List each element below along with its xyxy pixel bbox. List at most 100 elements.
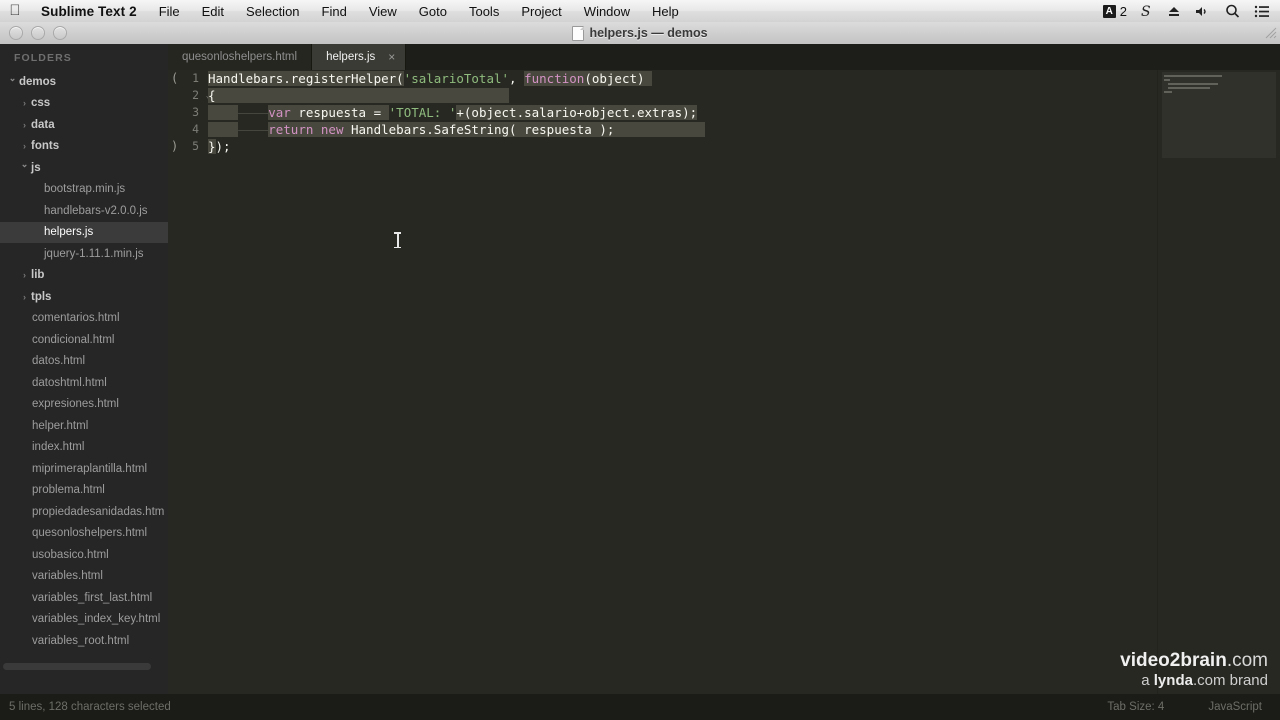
- menu-item-file[interactable]: File: [148, 4, 191, 19]
- sidebar-item-variables-first-last-html[interactable]: variables_first_last.html: [0, 587, 168, 609]
- sidebar-item-label: demos: [19, 75, 57, 88]
- sidebar-item-label: miprimeraplantilla.html: [32, 462, 148, 475]
- sidebar-item-data[interactable]: › data: [0, 114, 168, 136]
- chevron-down-icon[interactable]: ⌄: [18, 159, 31, 170]
- line-number-row: 3: [168, 104, 202, 121]
- tab-size-indicator[interactable]: Tab Size: 4: [1107, 701, 1164, 713]
- sidebar-item-condicional-html[interactable]: condicional.html: [0, 329, 168, 351]
- sidebar-item-label: usobasico.html: [32, 548, 109, 561]
- sidebar-item-label: condicional.html: [32, 333, 115, 346]
- sidebar-item-helpers-js[interactable]: helpers.js: [0, 221, 168, 243]
- sidebar-item-label: css: [31, 97, 51, 110]
- sidebar-item-label: index.html: [32, 441, 85, 454]
- menu-item-selection[interactable]: Selection: [235, 4, 310, 19]
- menu-item-goto[interactable]: Goto: [408, 4, 458, 19]
- watermark-brand: video2brain: [1120, 649, 1227, 671]
- sidebar-horizontal-scrollbar[interactable]: [3, 663, 151, 670]
- sidebar-item-label: variables_root.html: [32, 634, 130, 647]
- eject-icon[interactable]: [1167, 5, 1181, 18]
- watermark-line-1: video2brain.com: [1120, 650, 1268, 672]
- code-editing-area[interactable]: ( 1 2 ⌄ 3 4 ) 5 Handlebars: [168, 70, 1280, 694]
- window-titlebar: helpers.js — demos: [0, 22, 1280, 45]
- sidebar-item-variables-index-key-html[interactable]: variables_index_key.html: [0, 609, 168, 631]
- sidebar-item-datos-html[interactable]: datos.html: [0, 351, 168, 373]
- sidebar-item-propiedadesanidadas-htm[interactable]: propiedadesanidadas.htm: [0, 501, 168, 523]
- sidebar-item-fonts[interactable]: › fonts: [0, 136, 168, 158]
- sidebar-item-label: fonts: [31, 140, 60, 153]
- close-icon[interactable]: ×: [388, 51, 395, 63]
- minimap-code-line: [1164, 75, 1222, 77]
- minimap-code-line: [1168, 83, 1218, 85]
- menu-item-find[interactable]: Find: [311, 4, 358, 19]
- sidebar-item-label: data: [31, 118, 55, 131]
- sidebar-item-handlebars-v2-0-0-js[interactable]: handlebars-v2.0.0.js: [0, 200, 168, 222]
- sidebar-item-variables-root-html[interactable]: variables_root.html: [0, 630, 168, 652]
- sidebar-item-lib[interactable]: › lib: [0, 265, 168, 287]
- menu-app-name[interactable]: Sublime Text 2: [30, 4, 148, 19]
- sidebar-item-label: problema.html: [32, 484, 105, 497]
- sidebar-item-usobasico-html[interactable]: usobasico.html: [0, 544, 168, 566]
- sidebar-item-problema-html[interactable]: problema.html: [0, 480, 168, 502]
- menu-item-edit[interactable]: Edit: [191, 4, 235, 19]
- input-source-indicator[interactable]: A 2: [1102, 4, 1127, 19]
- volume-icon[interactable]: [1195, 5, 1211, 18]
- menu-item-tools[interactable]: Tools: [458, 4, 510, 19]
- line-number: 5: [192, 139, 199, 153]
- sidebar-item-label: variables_first_last.html: [32, 591, 153, 604]
- sidebar-item-demos[interactable]: ⌄ demos: [0, 71, 168, 93]
- tab-label: quesonloshelpers.html: [182, 51, 298, 63]
- sidebar-item-label: tpls: [31, 290, 52, 303]
- resize-grip-icon[interactable]: [1263, 25, 1277, 39]
- chevron-right-icon[interactable]: ›: [18, 270, 31, 280]
- minimap[interactable]: [1157, 70, 1280, 694]
- tab-helpers-js[interactable]: helpers.js ×: [312, 44, 407, 70]
- syntax-mode-indicator[interactable]: JavaScript: [1208, 701, 1262, 713]
- notification-center-icon[interactable]: [1254, 5, 1270, 18]
- sidebar-item-bootstrap-min-js[interactable]: bootstrap.min.js: [0, 179, 168, 201]
- sidebar-item-helper-html[interactable]: helper.html: [0, 415, 168, 437]
- sidebar-item-quesonloshelpers-html[interactable]: quesonloshelpers.html: [0, 523, 168, 545]
- sidebar-item-css[interactable]: › css: [0, 93, 168, 115]
- bracket-open-marker: (: [171, 71, 179, 85]
- sidebar-item-label: lib: [31, 269, 45, 282]
- menu-item-window[interactable]: Window: [573, 4, 641, 19]
- folder-tree: ⌄ demos › css › data › fonts ⌄ js bootstrap.min.js…: [0, 71, 168, 652]
- text-cursor-icon: [394, 232, 401, 248]
- sidebar-item-index-html[interactable]: index.html: [0, 437, 168, 459]
- tab-quesonloshelpers-html[interactable]: quesonloshelpers.html: [168, 44, 313, 70]
- input-source-icon: A: [1102, 4, 1116, 18]
- minimap-code-line: [1168, 87, 1210, 89]
- sidebar-item-variables-html[interactable]: variables.html: [0, 566, 168, 588]
- sidebar-item-jquery-1-11-1-min-js[interactable]: jquery-1.11.1.min.js: [0, 243, 168, 265]
- line-number-gutter: ( 1 2 ⌄ 3 4 ) 5: [168, 70, 211, 694]
- menu-item-project[interactable]: Project: [510, 4, 572, 19]
- sidebar-item-comentarios-html[interactable]: comentarios.html: [0, 308, 168, 330]
- chevron-right-icon[interactable]: ›: [18, 292, 31, 302]
- sidebar-item-label: datos.html: [32, 355, 86, 368]
- document-icon: [572, 25, 585, 41]
- line-number-row: 2 ⌄: [168, 87, 211, 104]
- sidebar-item-label: variables.html: [32, 570, 103, 583]
- chevron-right-icon[interactable]: ›: [18, 120, 31, 130]
- sidebar-item-expresiones-html[interactable]: expresiones.html: [0, 394, 168, 416]
- spotlight-search-icon[interactable]: [1225, 4, 1240, 18]
- sidebar-item-label: helpers.js: [44, 226, 94, 239]
- chevron-right-icon[interactable]: ›: [18, 98, 31, 108]
- apple-logo-icon[interactable]: : [0, 3, 30, 20]
- chevron-down-icon[interactable]: ⌄: [6, 73, 19, 84]
- sidebar-item-label: jquery-1.11.1.min.js: [44, 247, 144, 260]
- code-lines[interactable]: Handlebars.registerHelper('salarioTotal'…: [208, 70, 1150, 155]
- code-line-3: ————var respuesta = 'TOTAL: '+(object.sa…: [208, 104, 1150, 121]
- sidebar-item-js[interactable]: ⌄ js: [0, 157, 168, 179]
- scrivener-icon[interactable]: S: [1141, 4, 1153, 18]
- watermark-suffix: .com brand: [1192, 672, 1268, 690]
- sidebar-item-label: handlebars-v2.0.0.js: [44, 204, 148, 217]
- sidebar-item-tpls[interactable]: › tpls: [0, 286, 168, 308]
- sidebar-item-datoshtml-html[interactable]: datoshtml.html: [0, 372, 168, 394]
- sidebar-item-label: propiedadesanidadas.htm: [32, 505, 165, 518]
- menu-item-view[interactable]: View: [358, 4, 408, 19]
- menu-item-help[interactable]: Help: [641, 4, 690, 19]
- sidebar-folders-panel: FOLDERS ⌄ demos › css › data › fonts ⌄ js bootstra…: [0, 44, 168, 694]
- chevron-right-icon[interactable]: ›: [18, 141, 31, 151]
- sidebar-item-miprimeraplantilla-html[interactable]: miprimeraplantilla.html: [0, 458, 168, 480]
